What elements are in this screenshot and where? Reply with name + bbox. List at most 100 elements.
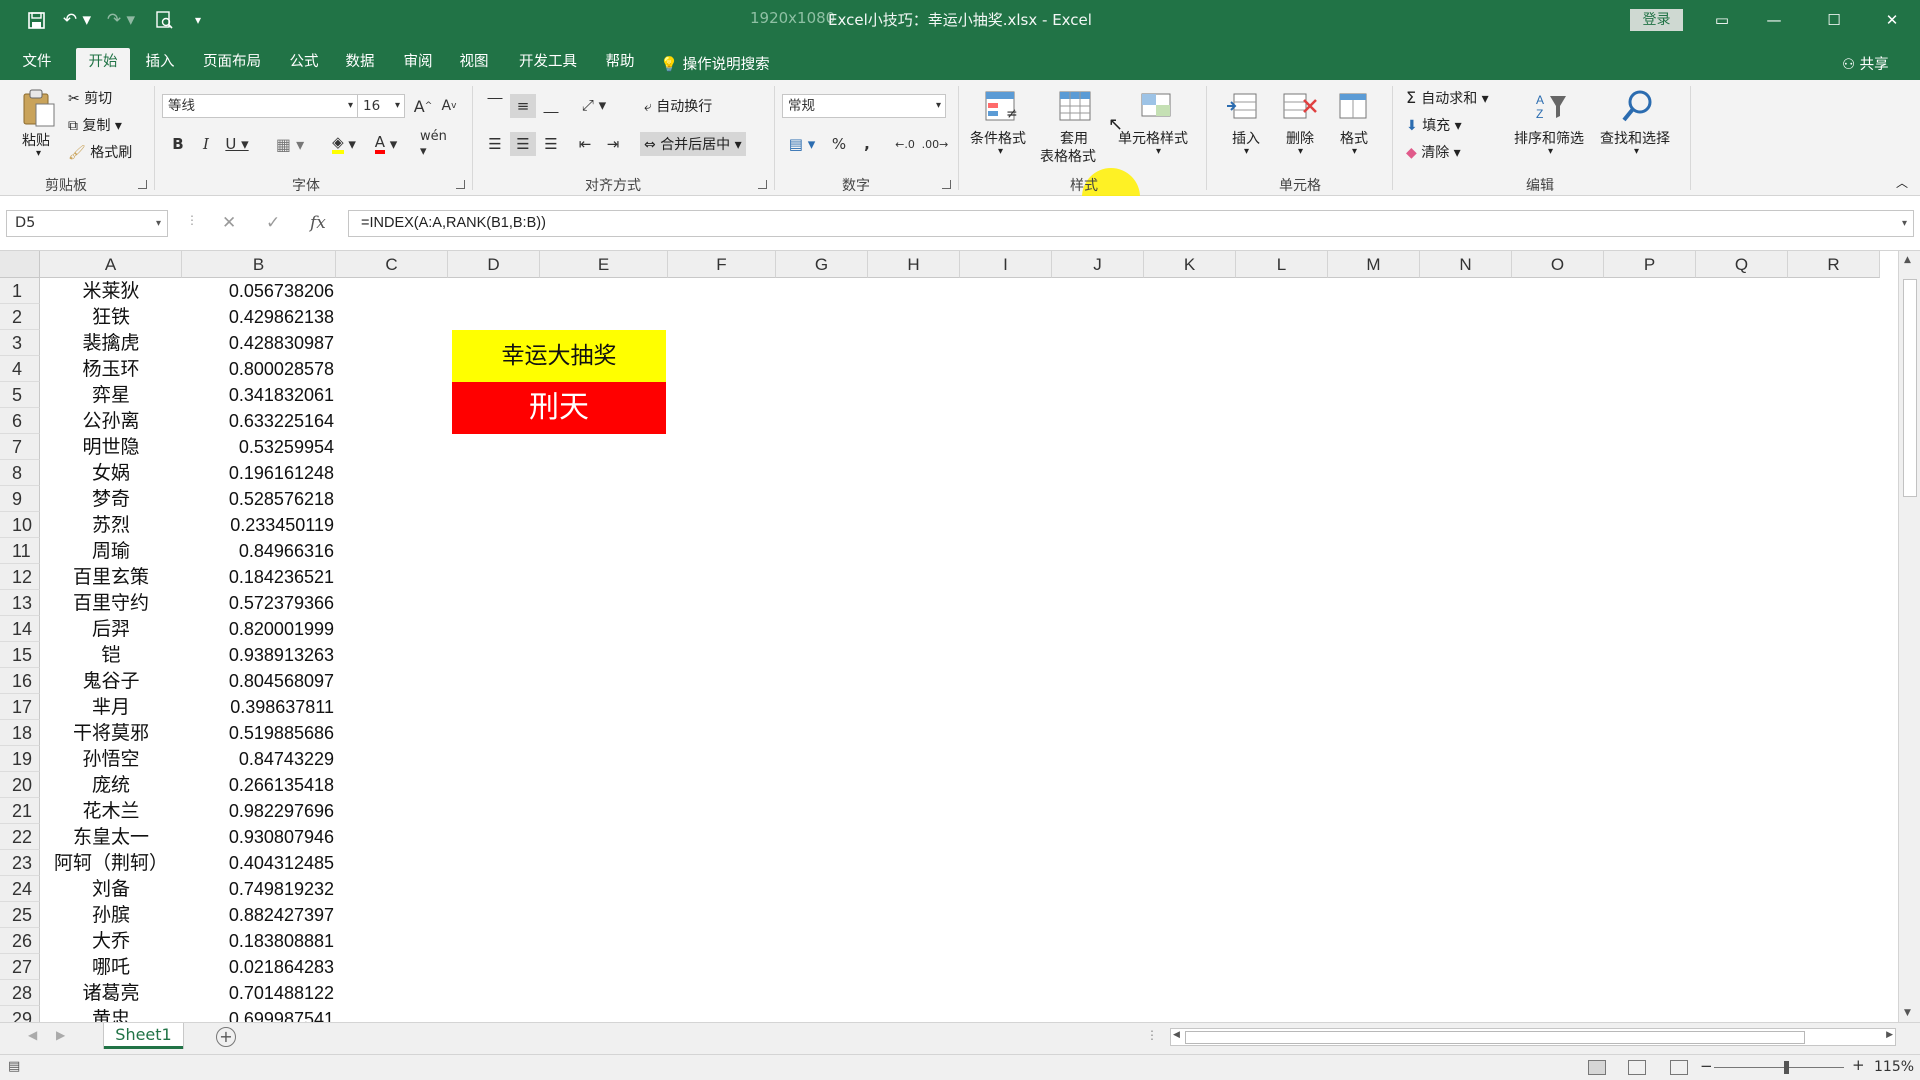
find-select-icon[interactable] <box>1620 88 1656 124</box>
cell-random-value[interactable]: 0.184236521 <box>182 564 336 590</box>
font-size-select[interactable]: 16 ▾ <box>357 94 405 118</box>
orientation-icon[interactable]: ⤢ ▾ <box>576 94 612 116</box>
format-as-table-label[interactable]: 套用 <box>1060 128 1088 148</box>
column-header[interactable]: G <box>776 251 868 278</box>
cell-random-value[interactable]: 0.398637811 <box>182 694 336 720</box>
chevron-down-icon[interactable]: ▾ <box>1156 146 1161 157</box>
number-launcher-icon[interactable] <box>942 180 951 189</box>
more-icon[interactable]: ⋮ <box>186 213 198 227</box>
cell-random-value[interactable]: 0.266135418 <box>182 772 336 798</box>
login-button[interactable]: 登录 <box>1630 9 1683 31</box>
add-sheet-icon[interactable]: + <box>216 1027 236 1047</box>
decrease-font-icon[interactable]: Av <box>438 94 460 118</box>
row-header[interactable]: 7 <box>0 434 40 460</box>
cell-name[interactable]: 黄忠 <box>40 1006 182 1022</box>
tab-developer[interactable]: 开发工具 <box>512 48 584 80</box>
phonetic-icon[interactable]: wén ▾ <box>420 129 456 159</box>
cell-styles-icon[interactable] <box>1140 90 1176 126</box>
cell-random-value[interactable]: 0.196161248 <box>182 460 336 486</box>
cell-styles-label[interactable]: 单元格样式 <box>1118 128 1188 148</box>
column-header[interactable]: H <box>868 251 960 278</box>
cell-random-value[interactable]: 0.982297696 <box>182 798 336 824</box>
row-header[interactable]: 27 <box>0 954 40 980</box>
row-header[interactable]: 3 <box>0 330 40 356</box>
chevron-down-icon[interactable]: ▾ <box>1298 146 1303 157</box>
cell-name[interactable]: 百里守约 <box>40 590 182 616</box>
tab-view[interactable]: 视图 <box>454 48 494 80</box>
normal-view-icon[interactable] <box>1588 1060 1606 1075</box>
zoom-in-icon[interactable]: + <box>1852 1056 1865 1074</box>
copy-button[interactable]: ⧉ 复制 ▾ <box>68 115 122 135</box>
insert-cells-label[interactable]: 插入 <box>1232 128 1260 148</box>
horizontal-scrollbar[interactable]: ◀ ▶ <box>1170 1028 1896 1046</box>
number-format-select[interactable]: 常规 ▾ <box>782 94 946 118</box>
cell-name[interactable]: 芈月 <box>40 694 182 720</box>
column-header[interactable]: A <box>40 251 182 278</box>
find-select-label[interactable]: 查找和选择 <box>1600 128 1670 148</box>
clipboard-launcher-icon[interactable] <box>138 180 147 189</box>
cell-name[interactable]: 孙悟空 <box>40 746 182 772</box>
cell-random-value[interactable]: 0.882427397 <box>182 902 336 928</box>
ribbon-display-icon[interactable]: ▭ <box>1702 6 1742 34</box>
merge-center-button[interactable]: ⇔ 合并后居中 ▾ <box>640 132 746 156</box>
vertical-scroll-thumb[interactable] <box>1903 279 1917 497</box>
cell-name[interactable]: 干将莫邪 <box>40 720 182 746</box>
cell-name[interactable]: 后羿 <box>40 616 182 642</box>
maximize-icon[interactable]: ☐ <box>1814 6 1854 34</box>
cell-random-value[interactable]: 0.519885686 <box>182 720 336 746</box>
name-box[interactable]: D5 ▾ <box>6 210 168 237</box>
chevron-down-icon[interactable]: ▾ <box>1634 146 1639 157</box>
row-header[interactable]: 18 <box>0 720 40 746</box>
row-header[interactable]: 28 <box>0 980 40 1006</box>
column-header[interactable]: R <box>1788 251 1880 278</box>
cell-random-value[interactable]: 0.428830987 <box>182 330 336 356</box>
cell-name[interactable]: 百里玄策 <box>40 564 182 590</box>
chevron-down-icon[interactable]: ▾ <box>1244 146 1249 157</box>
collapse-ribbon-icon[interactable]: ︿ <box>1896 174 1908 191</box>
column-header[interactable]: F <box>668 251 776 278</box>
zoom-slider-knob[interactable] <box>1784 1061 1789 1074</box>
conditional-format-icon[interactable]: ≠ <box>984 90 1020 126</box>
row-header[interactable]: 26 <box>0 928 40 954</box>
format-cells-icon[interactable] <box>1336 90 1372 126</box>
font-name-select[interactable]: 等线 ▾ <box>162 94 358 118</box>
increase-decimal-icon[interactable]: ←.0 <box>892 132 918 156</box>
row-header[interactable]: 8 <box>0 460 40 486</box>
minimize-icon[interactable]: — <box>1754 6 1794 34</box>
decrease-decimal-icon[interactable]: .00→ <box>922 132 949 156</box>
row-header[interactable]: 14 <box>0 616 40 642</box>
column-header[interactable]: P <box>1604 251 1696 278</box>
cell-random-value[interactable]: 0.84966316 <box>182 538 336 564</box>
clear-button[interactable]: ◆ 清除 ▾ <box>1406 142 1461 162</box>
align-center-icon[interactable]: ☰ <box>510 132 536 156</box>
row-header[interactable]: 12 <box>0 564 40 590</box>
cell-name[interactable]: 大乔 <box>40 928 182 954</box>
column-header[interactable]: D <box>448 251 540 278</box>
cell-name[interactable]: 诸葛亮 <box>40 980 182 1006</box>
paste-dropdown-icon[interactable]: ▾ <box>36 148 41 159</box>
cut-button[interactable]: ✂ 剪切 <box>68 88 112 108</box>
cell-random-value[interactable]: 0.183808881 <box>182 928 336 954</box>
row-header[interactable]: 9 <box>0 486 40 512</box>
row-header[interactable]: 2 <box>0 304 40 330</box>
cell-name[interactable]: 周瑜 <box>40 538 182 564</box>
delete-cells-icon[interactable] <box>1282 90 1318 126</box>
cell-name[interactable]: 米莱狄 <box>40 278 182 304</box>
chevron-down-icon[interactable]: ▾ <box>998 146 1003 157</box>
cell-name[interactable]: 哪吒 <box>40 954 182 980</box>
cell-name[interactable]: 鬼谷子 <box>40 668 182 694</box>
row-header[interactable]: 1 <box>0 278 40 304</box>
row-header[interactable]: 5 <box>0 382 40 408</box>
lottery-title-cell[interactable]: 幸运大抽奖 <box>452 330 666 382</box>
column-header[interactable]: N <box>1420 251 1512 278</box>
column-header[interactable]: C <box>336 251 448 278</box>
cell-name[interactable]: 弈星 <box>40 382 182 408</box>
row-header[interactable]: 29 <box>0 1006 40 1022</box>
redo-icon[interactable]: ↷ ▾ <box>106 8 136 32</box>
column-header[interactable]: Q <box>1696 251 1788 278</box>
scroll-down-icon[interactable]: ▼ <box>1904 1008 1911 1018</box>
cell-name[interactable]: 梦奇 <box>40 486 182 512</box>
select-all-corner[interactable] <box>0 251 40 278</box>
cell-name[interactable]: 孙膑 <box>40 902 182 928</box>
tell-me-search[interactable]: 💡 操作说明搜索 <box>660 53 770 74</box>
